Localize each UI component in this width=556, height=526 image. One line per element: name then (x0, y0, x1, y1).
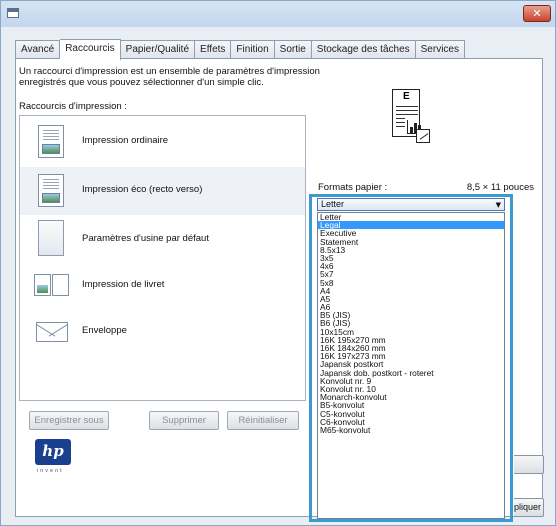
tab-sortie[interactable]: Sortie (274, 40, 312, 59)
hp-tagline: invent (37, 468, 64, 474)
paper-size-selected: Letter (321, 199, 345, 209)
paper-size-option[interactable]: 8.5x13 (318, 245, 504, 254)
paper-size-option[interactable]: 5x8 (318, 278, 504, 287)
paper-size-option[interactable]: A4 (318, 286, 504, 295)
paper-size-select[interactable]: Letter ▼ (317, 198, 505, 211)
paper-size-label: Formats papier : (318, 182, 388, 193)
document-preview-icon: E (384, 89, 436, 149)
tab-strip: Avancé Raccourcis Papier/Qualité Effets … (15, 39, 465, 60)
paper-size-option[interactable]: 5x7 (318, 270, 504, 279)
chevron-down-icon: ▼ (495, 201, 501, 209)
apply-button[interactable]: pliquer (514, 498, 544, 517)
shortcuts-list: Impression ordinaire Impression éco (rec… (19, 115, 306, 401)
tab-stockage[interactable]: Stockage des tâches (311, 40, 416, 59)
paper-size-option[interactable]: 4x6 (318, 262, 504, 271)
tab-papier-qualite[interactable]: Papier/Qualité (120, 40, 196, 59)
shortcut-label: Paramètres d'usine par défaut (82, 233, 209, 244)
shortcut-item-impression-livret[interactable]: Impression de livret (20, 262, 305, 310)
duplex-document-icon (38, 174, 64, 207)
paper-size-option[interactable]: Letter (318, 213, 504, 221)
side-button-upper[interactable] (514, 455, 544, 474)
tab-finition[interactable]: Finition (231, 40, 275, 59)
save-as-button[interactable]: Enregistrer sous (29, 411, 109, 430)
close-button[interactable]: ✕ (523, 5, 551, 22)
shortcut-label: Impression éco (recto verso) (82, 184, 203, 195)
document-icon (38, 125, 64, 158)
paper-size-option[interactable]: 3x5 (318, 254, 504, 263)
shortcut-item-impression-eco[interactable]: Impression éco (recto verso) (20, 167, 305, 215)
paper-size-option[interactable]: A5 (318, 295, 504, 304)
envelope-icon (36, 322, 68, 342)
shortcuts-description: Un raccourci d'impression est un ensembl… (19, 66, 320, 88)
tab-avance[interactable]: Avancé (15, 40, 61, 59)
shortcut-item-parametres-usine[interactable]: Paramètres d'usine par défaut (20, 216, 305, 264)
shortcuts-list-label: Raccourcis d'impression : (19, 101, 127, 112)
tab-services[interactable]: Services (415, 40, 465, 59)
shortcut-label: Impression de livret (82, 279, 165, 290)
booklet-icon (34, 274, 70, 296)
reset-button[interactable]: Réinitialiser (227, 411, 299, 430)
tab-raccourcis[interactable]: Raccourcis (60, 39, 121, 60)
window-icon (7, 8, 19, 18)
paper-size-option[interactable]: M65-konvolut (318, 426, 504, 435)
blank-page-icon (38, 220, 64, 256)
title-bar: ✕ (1, 1, 555, 27)
paper-size-options: Letter Legal Executive Statement 8.5x13 3x5 4x… (317, 212, 505, 519)
hp-logo: hp (35, 439, 71, 465)
paper-size-option[interactable]: Statement (318, 237, 504, 246)
delete-button[interactable]: Supprimer (149, 411, 219, 430)
print-properties-window: ✕ Avancé Raccourcis Papier/Qualité Effet… (0, 0, 556, 526)
shortcut-label: Impression ordinaire (82, 135, 169, 146)
paper-size-readout: 8,5 × 11 pouces (466, 182, 534, 193)
shortcut-item-enveloppe[interactable]: Enveloppe (20, 308, 305, 356)
shortcut-label: Enveloppe (82, 325, 127, 336)
shortcut-item-impression-ordinaire[interactable]: Impression ordinaire (20, 118, 305, 166)
tab-effets[interactable]: Effets (195, 40, 232, 59)
